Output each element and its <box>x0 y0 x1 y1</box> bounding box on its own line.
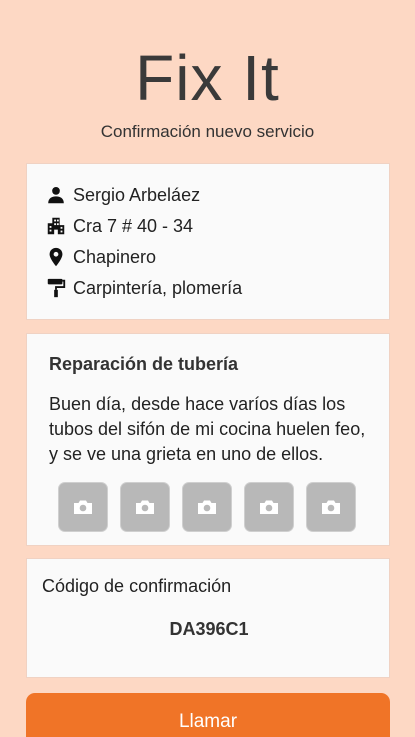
camera-icon <box>260 500 278 514</box>
client-address: Cra 7 # 40 - 34 <box>73 215 194 236</box>
job-details-card: Reparación de tubería Buen día, desde ha… <box>26 333 390 546</box>
client-name-row: Sergio Arbeláez <box>45 183 200 207</box>
job-title: Reparación de tubería <box>49 354 239 374</box>
client-address-row: Cra 7 # 40 - 34 <box>45 214 193 238</box>
client-name: Sergio Arbeláez <box>73 184 201 205</box>
camera-icon <box>74 500 92 514</box>
confirmation-code-card: Código de confirmación DA396C1 <box>26 558 390 678</box>
photo-thumbnail-4[interactable] <box>244 482 294 532</box>
camera-icon <box>198 500 216 514</box>
location-pin-icon <box>49 247 63 267</box>
client-neighborhood: Chapinero <box>73 246 157 267</box>
client-services: Carpintería, plomería <box>73 277 243 298</box>
photo-thumbnail-2[interactable] <box>120 482 170 532</box>
confirmation-code-value: DA396C1 <box>169 619 249 639</box>
call-button[interactable]: Llamar <box>26 693 390 737</box>
person-icon <box>48 187 64 204</box>
job-description: Buen día, desde hace varíos días los tub… <box>49 394 366 464</box>
photo-thumbnail-3[interactable] <box>182 482 232 532</box>
client-services-row: Carpintería, plomería <box>45 276 242 300</box>
photo-thumbnail-1[interactable] <box>58 482 108 532</box>
camera-icon <box>136 500 154 514</box>
page-subtitle: Confirmación nuevo servicio <box>100 122 315 141</box>
photo-gallery <box>58 482 356 532</box>
confirmation-code-label: Código de confirmación <box>42 576 232 596</box>
paint-roller-icon <box>47 278 66 298</box>
app-title: Fix It <box>135 42 280 114</box>
camera-icon <box>322 500 340 514</box>
photo-thumbnail-5[interactable] <box>306 482 356 532</box>
building-icon <box>47 217 65 235</box>
client-info-card: Sergio Arbeláez Cra 7 # 40 - 34 Chapiner… <box>26 163 390 320</box>
client-neighborhood-row: Chapinero <box>45 245 156 269</box>
